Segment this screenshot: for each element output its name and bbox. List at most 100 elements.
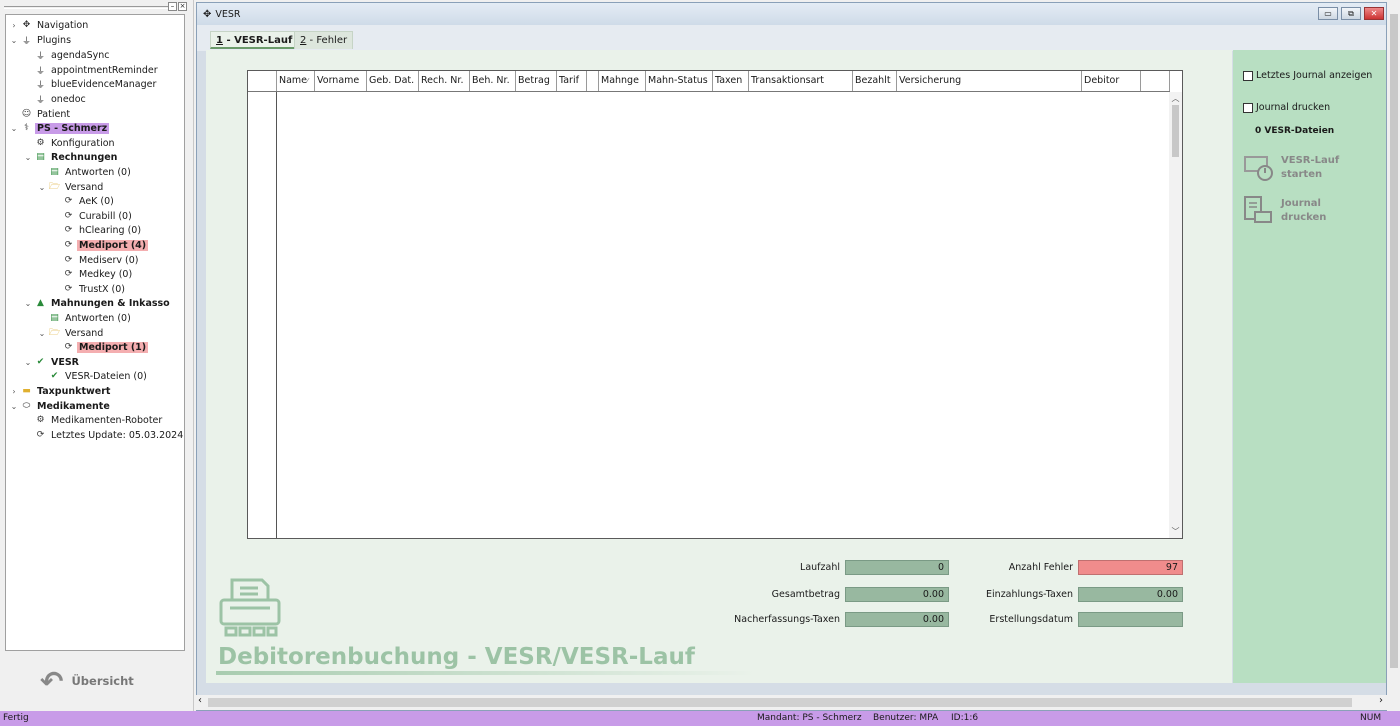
tree-item[interactable]: ⟳ Curabill (0) xyxy=(51,209,134,223)
window-titlebar[interactable]: ✥ VESR ▭ ⧉ ✕ xyxy=(197,3,1386,25)
column-header-versicherung[interactable]: Versicherung xyxy=(897,71,1082,91)
vesr-table[interactable]: Name⁄ Vorname Geb. Dat. Rech. Nr. Beh. N… xyxy=(247,70,1183,539)
table-vertical-scrollbar[interactable]: ︿ ﹀ xyxy=(1169,92,1182,538)
scroll-up-icon[interactable]: ︿ xyxy=(1169,93,1182,104)
tree-item-label: Taxpunktwert xyxy=(37,385,111,397)
overview-label: Übersicht xyxy=(71,674,134,688)
column-header-mahnge[interactable]: Mahnge xyxy=(599,71,646,91)
tree-item[interactable]: ⌄ ⏚ Plugins xyxy=(9,33,73,47)
tree-item[interactable]: ⏚ appointmentReminder xyxy=(23,63,160,77)
scroll-down-icon[interactable]: ﹀ xyxy=(1169,526,1182,537)
tree-item[interactable]: ⟳ Letztes Update: 05.03.2024 xyxy=(23,428,184,442)
sync-icon: ⟳ xyxy=(64,284,73,294)
scroll-thumb[interactable] xyxy=(208,698,1352,707)
expand-toggle-icon[interactable]: ⌄ xyxy=(9,36,19,45)
tree-item[interactable]: ⟳ Mediport (1) xyxy=(51,340,149,354)
tree-item[interactable]: ▤ Antworten (0) xyxy=(37,165,133,179)
tree-item[interactable]: ⏚ onedoc xyxy=(23,92,88,106)
expand-toggle-icon[interactable]: ⌄ xyxy=(37,183,47,192)
workspace-vertical-scrollbar[interactable] xyxy=(1387,2,1400,695)
scroll-left-icon[interactable]: ‹ xyxy=(198,695,202,706)
navigation-tree[interactable]: › ✥ Navigation ⌄ ⏚ Plugins ⏚ agendaSync ⏚ appoint… xyxy=(5,14,185,651)
column-header-name[interactable]: Name⁄ xyxy=(277,71,315,91)
column-header-taxen[interactable]: Taxen xyxy=(713,71,749,91)
column-header-transaktionsart[interactable]: Transaktionsart xyxy=(749,71,853,91)
tree-item[interactable]: ☺ Patient xyxy=(9,107,72,121)
tree-item[interactable]: › ✥ Navigation xyxy=(9,18,90,32)
tree-item-label: agendaSync xyxy=(51,49,110,61)
expand-toggle-icon[interactable]: ⌄ xyxy=(23,153,33,162)
column-header-rech-nr[interactable]: Rech. Nr. xyxy=(419,71,470,91)
column-header-debitor[interactable]: Debitor xyxy=(1082,71,1141,91)
tree-item[interactable]: ⚙ Medikamenten-Roboter xyxy=(23,413,164,427)
expand-toggle-icon[interactable]: ⌄ xyxy=(9,124,19,133)
tree-item-label: Rechnungen xyxy=(51,151,118,163)
overview-button[interactable]: ↶ Übersicht xyxy=(40,664,160,698)
tree-item[interactable]: ⌄ ▤ Rechnungen xyxy=(23,150,119,164)
tree-item[interactable]: ⟳ Medkey (0) xyxy=(51,267,134,281)
minimize-panel-icon[interactable]: – xyxy=(168,2,177,11)
expand-toggle-icon[interactable]: ⌄ xyxy=(23,358,33,367)
tree-item[interactable]: ⌄ 🗁 Versand xyxy=(37,326,105,340)
expand-toggle-icon[interactable]: ⌄ xyxy=(23,299,33,308)
expand-toggle-icon[interactable]: ⌄ xyxy=(37,329,47,338)
status-mandant: Mandant: PS - Schmerz xyxy=(757,713,862,723)
tree-item[interactable]: ⟳ hClearing (0) xyxy=(51,223,143,237)
tree-item-label: Versand xyxy=(65,327,104,339)
column-header-betrag[interactable]: Betrag xyxy=(516,71,557,91)
column-header-mahn-status[interactable]: Mahn-Status xyxy=(646,71,713,91)
workspace-horizontal-scrollbar[interactable]: ‹ › xyxy=(196,695,1387,710)
close-window-button[interactable]: ✕ xyxy=(1364,7,1384,20)
show-last-journal-checkbox[interactable]: Letztes Journal anzeigen xyxy=(1243,70,1372,81)
tree-item[interactable]: ⌄ ⚕ PS - Schmerz xyxy=(9,121,110,135)
warning-invoice-icon: ▲ xyxy=(37,298,44,308)
column-header-geb-dat[interactable]: Geb. Dat. xyxy=(367,71,419,91)
restore-window-button[interactable]: ⧉ xyxy=(1341,7,1361,20)
column-header-tarif[interactable]: Tarif xyxy=(557,71,587,91)
close-panel-icon[interactable]: × xyxy=(178,2,187,11)
erstellungsdatum-field xyxy=(1078,612,1183,627)
gesamtbetrag-label: Gesamtbetrag xyxy=(771,589,840,600)
plug-icon: ⏚ xyxy=(35,51,45,62)
tab-fehler[interactable]: 2 - Fehler xyxy=(294,31,354,49)
tree-item-label: Navigation xyxy=(37,19,89,31)
tree-item[interactable]: ⏚ blueEvidenceManager xyxy=(23,77,158,91)
tree-item[interactable]: ✔ VESR-Dateien (0) xyxy=(37,369,149,383)
tree-item[interactable]: ⌄ 🗁 Versand xyxy=(37,180,105,194)
status-benutzer: Benutzer: MPA xyxy=(873,713,939,723)
expand-toggle-icon[interactable]: ⌄ xyxy=(9,402,19,411)
tab-vesr-lauf[interactable]: 1 - VESR-Lauf xyxy=(210,31,299,49)
scroll-right-icon[interactable]: › xyxy=(1379,695,1383,706)
column-header-bezahlt[interactable]: Bezahlt xyxy=(853,71,897,91)
column-header-beh-nr[interactable]: Beh. Nr. xyxy=(470,71,516,91)
tree-item[interactable]: ⌄ ⬭ Medikamente xyxy=(9,399,112,413)
journal-print-icon xyxy=(1244,196,1272,223)
scroll-thumb[interactable] xyxy=(1172,105,1179,157)
column-header-vorname[interactable]: Vorname xyxy=(315,71,367,91)
tree-item[interactable]: › ▬ Taxpunktwert xyxy=(9,384,112,398)
checkbox-box[interactable] xyxy=(1243,102,1253,113)
expand-toggle-icon[interactable]: › xyxy=(9,387,19,396)
tree-item[interactable]: ⟳ AeK (0) xyxy=(51,194,116,208)
start-vesr-run-button[interactable]: VESR-Lauf starten xyxy=(1243,153,1339,183)
column-header-blank[interactable] xyxy=(587,71,599,91)
status-num-lock: NUM xyxy=(1360,713,1382,723)
scroll-thumb[interactable] xyxy=(1390,14,1398,668)
minimize-window-button[interactable]: ▭ xyxy=(1318,7,1338,20)
tree-item[interactable]: ⚙ Konfiguration xyxy=(23,136,117,150)
tree-item[interactable]: ⟳ Mediserv (0) xyxy=(51,253,141,267)
column-header-extra[interactable] xyxy=(1141,71,1170,91)
tree-item[interactable]: ⏚ agendaSync xyxy=(23,48,111,62)
print-journal-button[interactable]: Journal drucken xyxy=(1243,196,1326,226)
panel-splitter[interactable]: – × xyxy=(4,2,187,12)
tree-item[interactable]: ▤ Antworten (0) xyxy=(37,311,133,325)
tree-item[interactable]: ⟳ TrustX (0) xyxy=(51,282,127,296)
tab-label: - VESR-Lauf xyxy=(222,35,293,46)
tree-item-label: Mahnungen & Inkasso xyxy=(51,297,170,309)
tree-item[interactable]: ⌄ ✔ VESR xyxy=(23,355,81,369)
tree-item[interactable]: ⟳ Mediport (4) xyxy=(51,238,149,252)
tree-item[interactable]: ⌄ ▲ Mahnungen & Inkasso xyxy=(23,296,172,310)
expand-toggle-icon[interactable]: › xyxy=(9,21,19,30)
checkbox-box[interactable] xyxy=(1243,70,1253,81)
print-journal-checkbox[interactable]: Journal drucken xyxy=(1243,102,1330,113)
